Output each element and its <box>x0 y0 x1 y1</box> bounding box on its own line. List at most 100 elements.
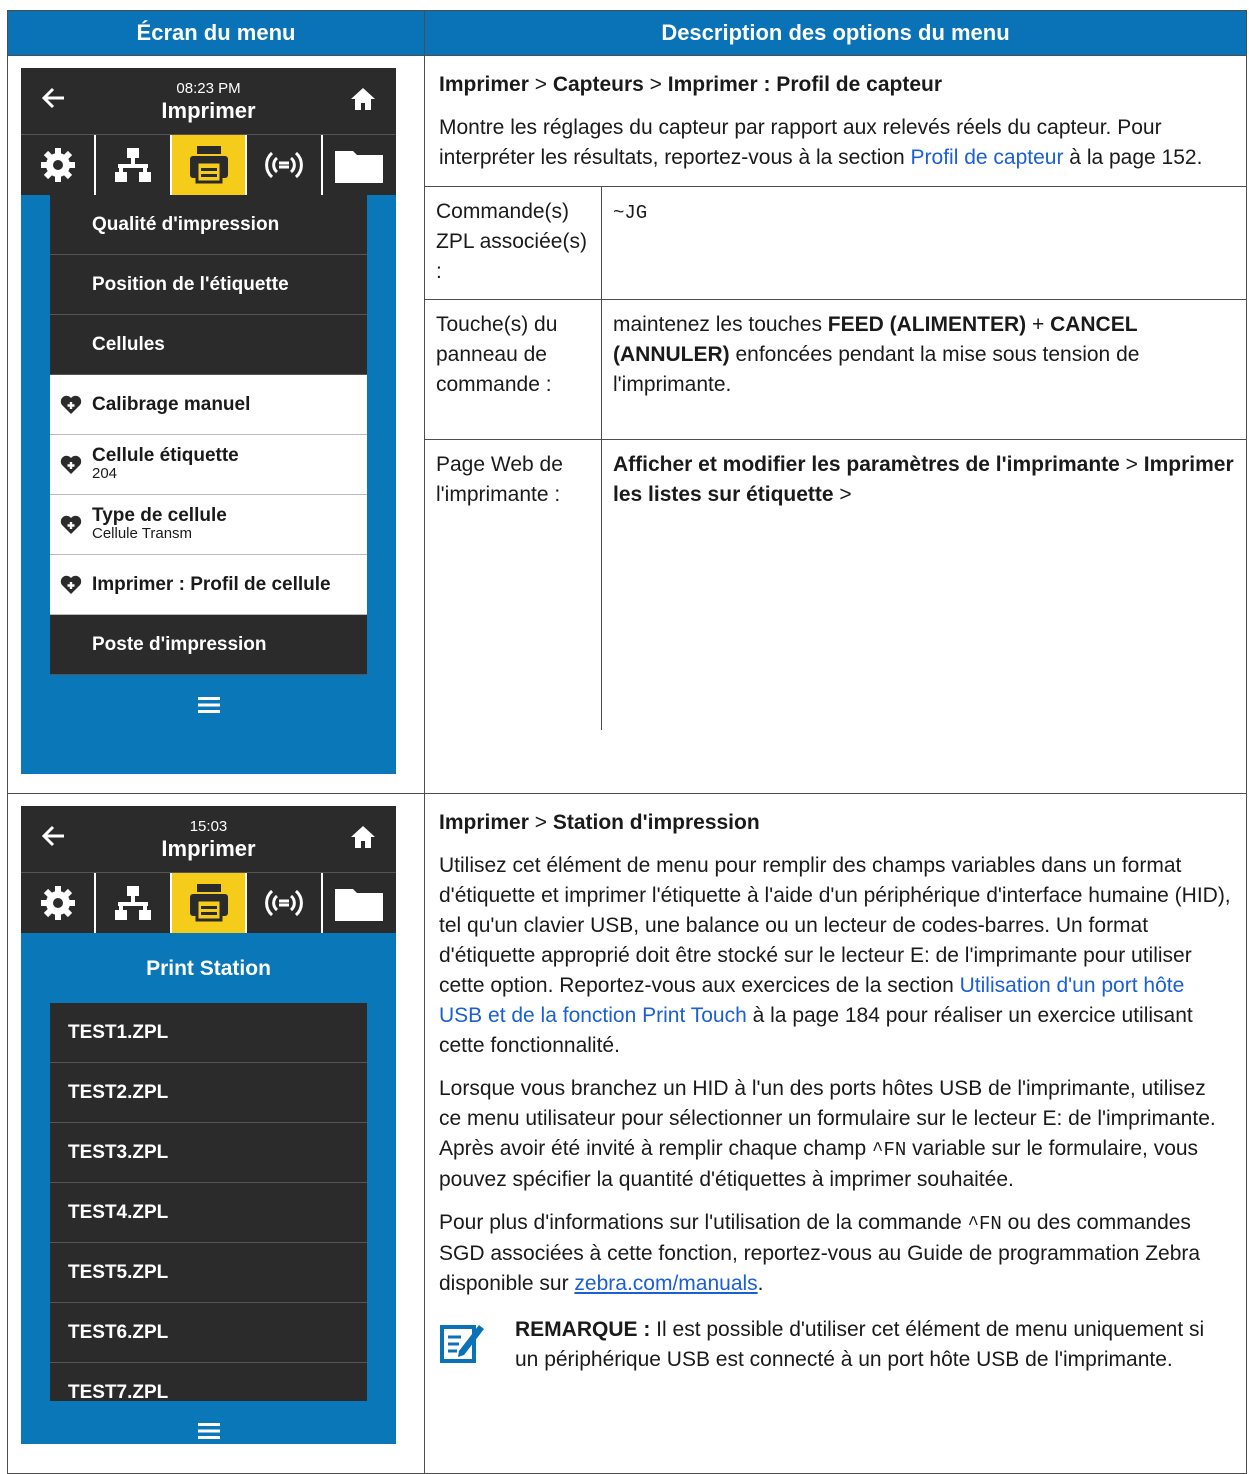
menu-item[interactable]: Cellules <box>50 315 367 375</box>
menu-item-label: Type de cellule <box>92 504 227 526</box>
gear-icon <box>40 148 75 182</box>
clock: 08:23 PM <box>176 80 241 97</box>
zpl-label: Commande(s) ZPL associée(s) : <box>425 186 602 300</box>
breadcrumb-separator: > <box>528 73 553 96</box>
breadcrumb-separator: > <box>1119 453 1144 476</box>
storage-tab[interactable] <box>323 873 396 933</box>
breadcrumb-separator: > <box>643 73 668 96</box>
paragraph-text: . <box>757 1272 764 1295</box>
breadcrumb-item: Imprimer <box>439 73 529 96</box>
folder-icon <box>335 151 384 183</box>
file-name: TEST7.ZPL <box>68 1381 169 1402</box>
menu-item-label: Position de l'étiquette <box>92 273 289 295</box>
menu-item[interactable]: Calibrage manuel <box>50 375 367 435</box>
file-item[interactable]: TEST1.ZPL <box>50 1003 367 1063</box>
description-block: Imprimer > Station d'impression Utilisez… <box>425 794 1246 1375</box>
file-item[interactable]: TEST7.ZPL <box>50 1363 367 1401</box>
heart-plus-icon <box>60 575 82 594</box>
settings-tab[interactable] <box>21 135 97 195</box>
file-name: TEST2.ZPL <box>68 1081 169 1103</box>
panel-value: maintenez les touches FEED (ALIMENTER) +… <box>601 299 1246 440</box>
panel-label: Touche(s) du panneau de commande : <box>425 299 602 440</box>
printer-screen: 08:23 PM Imprimer Qualité d'impression P… <box>21 68 396 774</box>
menu-list: Qualité d'impression Position de l'étiqu… <box>50 195 367 675</box>
menu-table: Écran du menu Description des options du… <box>7 10 1247 1474</box>
printer-icon <box>189 884 228 922</box>
key-name: FEED (ALIMENTER) <box>827 313 1027 336</box>
description-cell: Imprimer > Station d'impression Utilisez… <box>424 793 1247 1474</box>
screen-cell: 15:03 Imprimer Print Station TEST1.ZPL T… <box>7 793 425 1474</box>
breadcrumb: Imprimer > Capteurs > Imprimer : Profil … <box>439 70 1232 100</box>
panel-text: + <box>1026 313 1051 336</box>
breadcrumb-separator: > <box>528 811 553 834</box>
menu-item[interactable]: Imprimer : Profil de cellule <box>50 555 367 615</box>
home-icon[interactable] <box>350 824 376 850</box>
note-label: REMARQUE : <box>515 1318 651 1341</box>
menu-item[interactable]: Poste d'impression <box>50 615 367 675</box>
breadcrumb-item: Capteurs <box>552 73 644 96</box>
file-item[interactable]: TEST4.ZPL <box>50 1183 367 1243</box>
heart-plus-icon <box>60 515 82 534</box>
gear-icon <box>40 886 75 920</box>
header-menu-screen: Écran du menu <box>7 10 425 56</box>
network-icon <box>115 886 152 920</box>
file-name: TEST3.ZPL <box>68 1141 169 1163</box>
document-page: Écran du menu Description des options du… <box>0 0 1249 1474</box>
webpage-label: Page Web de l'imprimante : <box>425 439 602 730</box>
menu-item-label: Poste d'impression <box>92 633 267 655</box>
category-icon-bar <box>21 872 396 933</box>
status-bar: 15:03 Imprimer <box>21 806 396 872</box>
heart-plus-icon <box>60 395 82 414</box>
menu-item[interactable]: Qualité d'impression <box>50 195 367 255</box>
menu-item-value: Cellule Transm <box>92 524 193 542</box>
print-tab[interactable] <box>171 135 248 195</box>
menu-item-label: Imprimer : Profil de cellule <box>92 573 331 595</box>
network-tab[interactable] <box>96 873 172 933</box>
menu-item-label: Qualité d'impression <box>92 213 280 235</box>
screen-footer <box>21 1401 396 1444</box>
paragraph-text: à la page 152. <box>1063 146 1203 169</box>
hamburger-menu-icon[interactable] <box>197 1423 220 1439</box>
breadcrumb: Imprimer > Station d'impression <box>439 808 1232 838</box>
network-icon <box>115 148 152 182</box>
printer-icon <box>189 146 228 184</box>
cross-reference-link[interactable]: Profil de capteur <box>911 146 1064 169</box>
webpage-value: Afficher et modifier les paramètres de l… <box>601 439 1246 730</box>
file-name: TEST4.ZPL <box>68 1201 169 1223</box>
header-menu-description: Description des options du menu <box>424 10 1247 56</box>
webpage-path: Afficher et modifier les paramètres de l… <box>613 453 1120 476</box>
menu-item[interactable]: Type de cellule Cellule Transm <box>50 495 367 555</box>
file-name: TEST6.ZPL <box>68 1321 169 1343</box>
panel-text: maintenez les touches <box>613 313 828 336</box>
home-icon[interactable] <box>350 86 376 112</box>
paragraph: Utilisez cet élément de menu pour rempli… <box>439 851 1232 1061</box>
paragraph: Lorsque vous branchez un HID à l'un des … <box>439 1074 1232 1195</box>
menu-item-label: Cellule étiquette <box>92 444 239 466</box>
note-text: REMARQUE : Il est possible d'utiliser ce… <box>515 1315 1232 1375</box>
menu-item-label: Cellules <box>92 333 165 355</box>
zpl-value: ~JG <box>601 186 1246 300</box>
connectivity-tab[interactable] <box>247 873 323 933</box>
breadcrumb-item: Imprimer : Profil de capteur <box>667 73 943 96</box>
hamburger-menu-icon[interactable] <box>197 697 220 713</box>
wireless-icon <box>265 889 303 917</box>
printer-screen: 15:03 Imprimer Print Station TEST1.ZPL T… <box>21 806 396 1444</box>
breadcrumb-item: Station d'impression <box>552 811 760 834</box>
file-name: TEST1.ZPL <box>68 1021 169 1043</box>
zpl-command: ~JG <box>613 202 648 224</box>
file-item[interactable]: TEST6.ZPL <box>50 1303 367 1363</box>
menu-item[interactable]: Position de l'étiquette <box>50 255 367 315</box>
file-item[interactable]: TEST2.ZPL <box>50 1063 367 1123</box>
storage-tab[interactable] <box>323 135 396 195</box>
file-item[interactable]: TEST3.ZPL <box>50 1123 367 1183</box>
settings-tab[interactable] <box>21 873 97 933</box>
manuals-link[interactable]: zebra.com/manuals <box>574 1272 757 1295</box>
breadcrumb-separator: > <box>833 483 852 506</box>
wireless-icon <box>265 151 303 179</box>
network-tab[interactable] <box>96 135 172 195</box>
menu-item[interactable]: Cellule étiquette 204 <box>50 435 367 495</box>
print-tab[interactable] <box>171 873 248 933</box>
file-item[interactable]: TEST5.ZPL <box>50 1243 367 1303</box>
clock: 15:03 <box>189 818 228 835</box>
connectivity-tab[interactable] <box>247 135 323 195</box>
